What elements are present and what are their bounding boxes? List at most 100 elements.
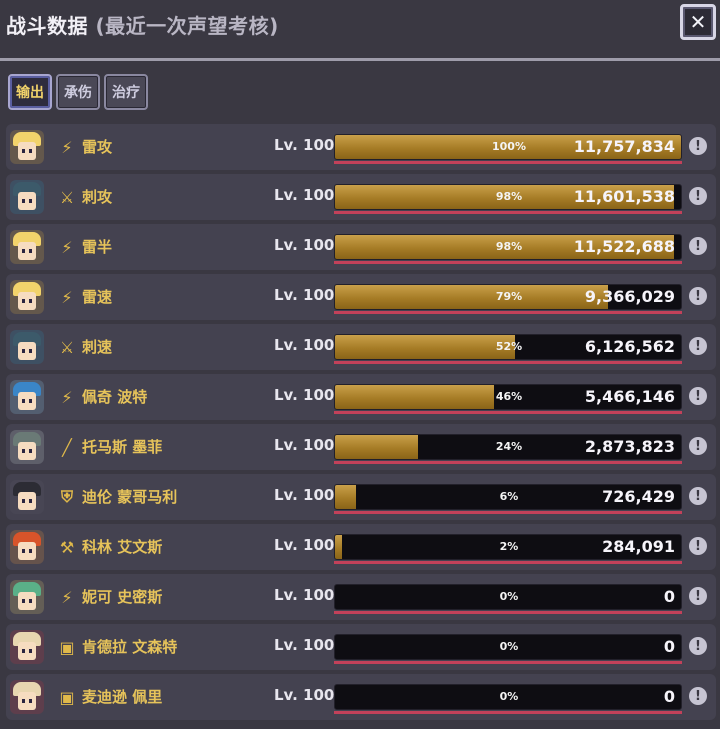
title-divider [0, 58, 720, 61]
tab-healing[interactable]: 治疗 [104, 74, 148, 110]
avatar-face [18, 142, 36, 160]
list-item[interactable]: ╱ 托马斯 墨菲 Lv. 100 24% 2,873,823! [6, 424, 716, 470]
hammer-icon: ⚒ [59, 537, 75, 557]
avatar-face [18, 692, 36, 710]
list-item[interactable]: ⚡ 雷速 Lv. 100 79% 9,366,029! [6, 274, 716, 320]
character-level: Lv. 100 [274, 536, 335, 554]
list-item[interactable]: ⚔ 刺速 Lv. 100 52% 6,126,562! [6, 324, 716, 370]
damage-bar-underline [334, 261, 682, 264]
book-icon: ▣ [59, 637, 75, 657]
damage-value: 2,873,823 [584, 437, 675, 456]
wand-icon: ⚡ [61, 237, 73, 257]
tab-bar: 输出 承伤 治疗 [8, 74, 148, 110]
list-item[interactable]: ⚒ 科林 艾文斯 Lv. 100 2% 284,091! [6, 524, 716, 570]
character-name: 刺攻 [82, 188, 113, 206]
wand-icon: ⚡ [61, 387, 73, 407]
character-name: 雷半 [82, 238, 113, 256]
damage-value: 726,429 [602, 487, 675, 506]
character-level: Lv. 100 [274, 136, 335, 154]
avatar [10, 230, 44, 264]
damage-bar: 98% 11,522,688 [334, 234, 682, 260]
avatar-face [18, 442, 36, 460]
character-level: Lv. 100 [274, 486, 335, 504]
character-name: 迪伦 蒙哥马利 [82, 488, 178, 506]
damage-bar-underline [334, 311, 682, 314]
avatar-eye [22, 549, 25, 553]
info-icon[interactable]: ! [689, 187, 707, 205]
damage-bar-underline [334, 211, 682, 214]
info-icon[interactable]: ! [689, 487, 707, 505]
list-item[interactable]: ⚡ 雷攻 Lv. 100 100% 11,757,834! [6, 124, 716, 170]
list-item[interactable]: ⚡ 雷半 Lv. 100 98% 11,522,688! [6, 224, 716, 270]
info-icon[interactable]: ! [689, 587, 707, 605]
stats-list: ⚡ 雷攻 Lv. 100 100% 11,757,834! ⚔ 刺攻 Lv. 100 98% 11… [6, 124, 716, 724]
character-name: 雷速 [82, 288, 113, 306]
damage-value: 11,757,834 [573, 137, 675, 156]
avatar-face [18, 392, 36, 410]
tab-label: 承伤 [64, 85, 92, 101]
tab-output[interactable]: 输出 [8, 74, 52, 110]
damage-bar-underline [334, 511, 682, 514]
damage-value: 11,601,538 [573, 187, 675, 206]
damage-value: 0 [663, 687, 675, 706]
character-level: Lv. 100 [274, 386, 335, 404]
character-name: 妮可 史密斯 [82, 588, 163, 606]
avatar-eye [22, 199, 25, 203]
info-icon[interactable]: ! [689, 137, 707, 155]
avatar-eye [29, 149, 32, 153]
info-icon[interactable]: ! [689, 537, 707, 555]
damage-bar: 98% 11,601,538 [334, 184, 682, 210]
character-name: 雷攻 [82, 138, 113, 156]
info-icon[interactable]: ! [689, 437, 707, 455]
avatar [10, 180, 44, 214]
character-level: Lv. 100 [274, 186, 335, 204]
title-bar: 战斗数据 (最近一次声望考核) ✕ [0, 0, 720, 58]
avatar-eye [22, 649, 25, 653]
damage-bar: 0% 0 [334, 584, 682, 610]
damage-bar: 2% 284,091 [334, 534, 682, 560]
avatar [10, 130, 44, 164]
avatar-face [18, 292, 36, 310]
list-item[interactable]: ⚡ 佩奇 波特 Lv. 100 46% 5,466,146! [6, 374, 716, 420]
list-item[interactable]: ⛨ 迪伦 蒙哥马利 Lv. 100 6% 726,429! [6, 474, 716, 520]
close-button[interactable]: ✕ [680, 4, 716, 40]
avatar-face [18, 542, 36, 560]
info-icon[interactable]: ! [689, 287, 707, 305]
avatar-eye [22, 399, 25, 403]
damage-bar-underline [334, 161, 682, 164]
info-icon[interactable]: ! [689, 387, 707, 405]
list-item[interactable]: ▣ 麦迪逊 佩里 Lv. 100 0% 0! [6, 674, 716, 720]
info-icon[interactable]: ! [689, 237, 707, 255]
avatar-eye [22, 249, 25, 253]
avatar [10, 430, 44, 464]
damage-bar-underline [334, 661, 682, 664]
avatar-eye [29, 649, 32, 653]
wand-icon: ⚡ [61, 137, 73, 157]
list-item[interactable]: ▣ 肯德拉 文森特 Lv. 100 0% 0! [6, 624, 716, 670]
tab-damage-taken[interactable]: 承伤 [56, 74, 100, 110]
damage-bar-underline [334, 611, 682, 614]
info-icon[interactable]: ! [689, 687, 707, 705]
staff-icon: ╱ [62, 437, 72, 457]
crossed-swords-icon: ⚔ [59, 337, 75, 357]
character-name: 佩奇 波特 [82, 388, 148, 406]
avatar [10, 630, 44, 664]
book-icon: ▣ [59, 687, 75, 707]
character-level: Lv. 100 [274, 286, 335, 304]
wand-icon: ⚡ [61, 287, 73, 307]
list-item[interactable]: ⚔ 刺攻 Lv. 100 98% 11,601,538! [6, 174, 716, 220]
info-icon[interactable]: ! [689, 337, 707, 355]
damage-bar-underline [334, 361, 682, 364]
damage-percent: 0% [499, 690, 519, 703]
avatar-eye [29, 449, 32, 453]
list-item[interactable]: ⚡ 妮可 史密斯 Lv. 100 0% 0! [6, 574, 716, 620]
damage-value: 0 [663, 587, 675, 606]
window-title: 战斗数据 (最近一次声望考核) [6, 10, 279, 39]
avatar-eye [22, 299, 25, 303]
info-icon[interactable]: ! [689, 637, 707, 655]
character-name: 肯德拉 文森特 [82, 638, 178, 656]
title-main: 战斗数据 [6, 14, 88, 38]
avatar-eye [22, 599, 25, 603]
damage-bar-underline [334, 711, 682, 714]
avatar [10, 330, 44, 364]
